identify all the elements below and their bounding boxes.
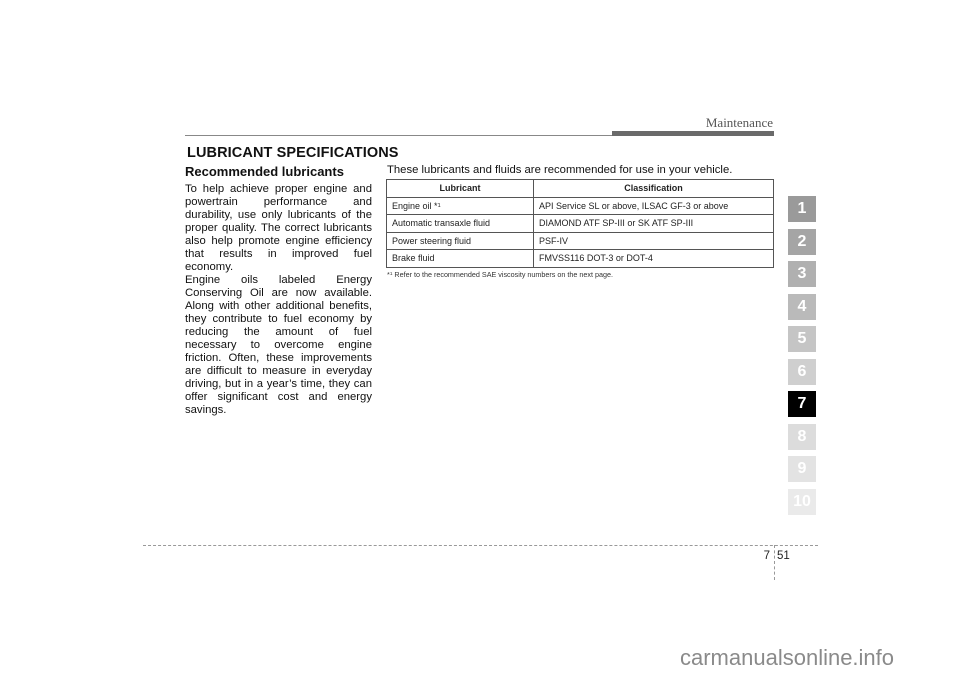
lubricant-cell: Power steering fluid xyxy=(386,231,534,250)
page-number: 51 xyxy=(777,550,790,562)
chapter-tab-3[interactable]: 3 xyxy=(788,261,816,287)
chapter-tab-7-active[interactable]: 7 xyxy=(788,391,816,417)
header-rule xyxy=(185,135,613,136)
lubricant-table: Lubricant Classification Engine oil *1 A… xyxy=(386,179,774,268)
footer-rule xyxy=(143,545,818,546)
chapter-number: 7 xyxy=(763,550,770,562)
lubricant-cell: Automatic transaxle fluid xyxy=(386,214,534,233)
section-title: LUBRICANT SPECIFICATIONS xyxy=(187,145,399,161)
subsection-title: Recommended lubricants xyxy=(185,164,344,179)
classification-cell: DIAMOND ATF SP-III or SK ATF SP-III xyxy=(533,214,774,233)
lubricant-name: Engine oil * xyxy=(392,200,438,211)
chapter-tab-4[interactable]: 4 xyxy=(788,293,816,320)
classification-cell: PSF-IV xyxy=(533,231,774,250)
lubricant-cell: Engine oil *1 xyxy=(386,196,534,215)
body-paragraph: To help achieve proper engine and powert… xyxy=(185,183,372,274)
table-row: Brake fluid FMVSS116 DOT-3 or DOT-4 xyxy=(386,249,774,268)
body-paragraph: Engine oils labeled Energy Conserving Oi… xyxy=(185,274,372,417)
footnote-marker: 1 xyxy=(437,202,441,209)
header-accent-bar xyxy=(612,131,774,136)
chapter-tab-2[interactable]: 2 xyxy=(788,228,816,255)
chapter-tabs: 1 2 3 4 5 6 7 8 9 10 xyxy=(788,196,816,521)
classification-cell: API Service SL or above, ILSAC GF-3 or a… xyxy=(533,196,774,215)
section-label: Maintenance xyxy=(705,115,773,130)
footnote-text: Refer to the recommended SAE viscosity n… xyxy=(392,270,613,279)
footer-divider xyxy=(774,545,775,580)
chapter-tab-10[interactable]: 10 xyxy=(788,488,816,515)
table-footnote: *1 Refer to the recommended SAE viscosit… xyxy=(387,270,613,279)
classification-cell: FMVSS116 DOT-3 or DOT-4 xyxy=(533,249,774,268)
lubricant-cell: Brake fluid xyxy=(386,249,534,268)
table-row: Engine oil *1 API Service SL or above, I… xyxy=(386,196,774,215)
table-row: Automatic transaxle fluid DIAMOND ATF SP… xyxy=(386,214,774,233)
table-lead-text: These lubricants and fluids are recommen… xyxy=(387,164,733,176)
watermark: carmanualsonline.info xyxy=(680,645,895,670)
chapter-tab-8[interactable]: 8 xyxy=(788,423,816,450)
table-header-row: Lubricant Classification xyxy=(386,179,774,198)
table-row: Power steering fluid PSF-IV xyxy=(386,231,774,250)
column-header-classification: Classification xyxy=(533,179,774,198)
column-header-lubricant: Lubricant xyxy=(386,179,534,198)
chapter-tab-6[interactable]: 6 xyxy=(788,358,816,385)
paragraph-text: To help achieve proper engine and powert… xyxy=(185,183,372,273)
paragraph-text: Engine oils labeled Energy Conserving Oi… xyxy=(185,274,372,416)
chapter-tab-1[interactable]: 1 xyxy=(788,196,816,222)
chapter-tab-5[interactable]: 5 xyxy=(788,326,816,352)
chapter-tab-9[interactable]: 9 xyxy=(788,456,816,482)
